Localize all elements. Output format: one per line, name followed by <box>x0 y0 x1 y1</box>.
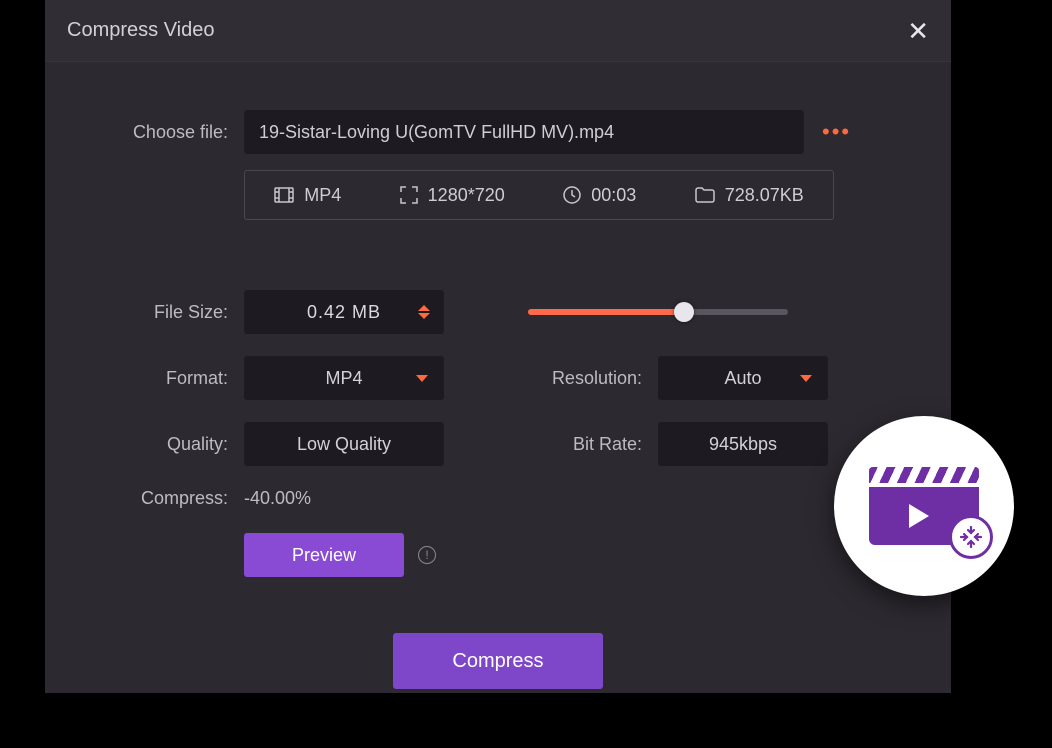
bitrate-label: Bit Rate: <box>518 434 658 455</box>
compress-ratio-row: Compress: -40.00% <box>79 488 917 509</box>
choose-file-row: Choose file: 19-Sistar-Loving U(GomTV Fu… <box>79 110 917 154</box>
meta-duration-value: 00:03 <box>591 185 636 206</box>
meta-duration: 00:03 <box>563 185 636 206</box>
resolution-value: Auto <box>724 368 761 389</box>
file-size-cell: File Size: 0.42 MB <box>79 290 478 334</box>
chevron-up-icon[interactable] <box>418 305 430 311</box>
compress-ratio-label: Compress: <box>79 488 244 509</box>
meta-size-value: 728.07KB <box>725 185 804 206</box>
size-slider-wrap <box>518 309 917 315</box>
size-slider[interactable] <box>528 309 788 315</box>
product-badge <box>834 416 1014 596</box>
file-name-text: 19-Sistar-Loving U(GomTV FullHD MV).mp4 <box>259 122 614 143</box>
clapperboard-icon <box>869 467 979 545</box>
preview-button[interactable]: Preview <box>244 533 404 577</box>
format-label: Format: <box>79 368 244 389</box>
close-icon[interactable]: ✕ <box>907 18 929 44</box>
format-cell: Format: MP4 <box>79 356 478 400</box>
meta-format-value: MP4 <box>304 185 341 206</box>
chevron-down-icon[interactable] <box>418 313 430 319</box>
dialog-body: Choose file: 19-Sistar-Loving U(GomTV Fu… <box>45 62 951 709</box>
slider-fill <box>528 309 684 315</box>
compress-button[interactable]: Compress <box>393 633 603 689</box>
settings-grid: File Size: 0.42 MB <box>79 290 917 466</box>
file-size-label: File Size: <box>79 302 244 323</box>
resolution-cell: Resolution: Auto <box>518 356 917 400</box>
compress-video-dialog: Compress Video ✕ Choose file: 19-Sistar-… <box>45 0 951 693</box>
quality-display: Low Quality <box>244 422 444 466</box>
chevron-down-icon <box>416 375 428 382</box>
file-size-value: 0.42 MB <box>307 302 381 323</box>
slider-thumb[interactable] <box>674 302 694 322</box>
resolution-select[interactable]: Auto <box>658 356 828 400</box>
choose-file-label: Choose file: <box>79 122 244 143</box>
footer: Compress <box>79 633 917 689</box>
window-title: Compress Video <box>67 19 214 42</box>
clock-icon <box>563 186 581 204</box>
quality-value: Low Quality <box>297 434 391 455</box>
meta-resolution: 1280*720 <box>400 185 505 206</box>
format-value: MP4 <box>325 368 362 389</box>
bitrate-value: 945kbps <box>709 434 777 455</box>
meta-format: MP4 <box>274 185 341 206</box>
meta-resolution-value: 1280*720 <box>428 185 505 206</box>
film-icon <box>274 187 294 203</box>
stepper-arrows[interactable] <box>418 305 430 319</box>
meta-size: 728.07KB <box>695 185 804 206</box>
quality-cell: Quality: Low Quality <box>79 422 478 466</box>
play-icon <box>909 504 929 528</box>
info-icon[interactable]: ! <box>418 546 436 564</box>
quality-label: Quality: <box>79 434 244 455</box>
titlebar: Compress Video ✕ <box>45 0 951 62</box>
compress-ratio-value: -40.00% <box>244 488 311 509</box>
chevron-down-icon <box>800 375 812 382</box>
fullscreen-icon <box>400 186 418 204</box>
format-select[interactable]: MP4 <box>244 356 444 400</box>
file-path-input[interactable]: 19-Sistar-Loving U(GomTV FullHD MV).mp4 <box>244 110 804 154</box>
browse-button[interactable]: ••• <box>822 119 851 145</box>
slider-cell <box>518 290 917 334</box>
resolution-label: Resolution: <box>518 368 658 389</box>
folder-icon <box>695 187 715 203</box>
bitrate-display: 945kbps <box>658 422 828 466</box>
file-metadata-strip: MP4 1280*720 00:03 728.07KB <box>244 170 834 220</box>
preview-row: Preview ! <box>244 533 917 577</box>
file-size-stepper[interactable]: 0.42 MB <box>244 290 444 334</box>
compress-arrows-icon <box>949 515 993 559</box>
